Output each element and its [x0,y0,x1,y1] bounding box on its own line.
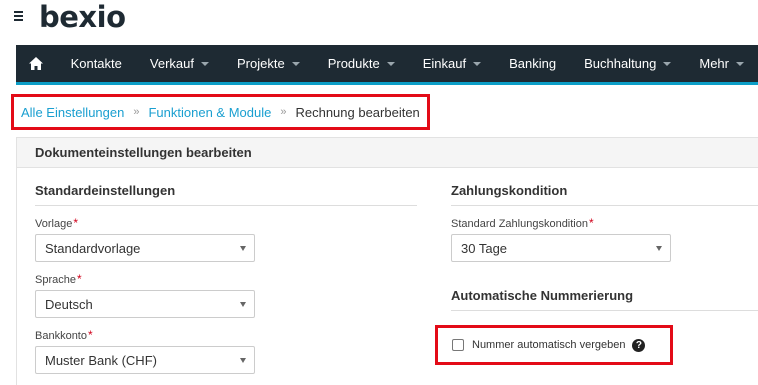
field-label-vorlage: Vorlage* [35,216,78,230]
breadcrumb: Alle Einstellungen » Funktionen & Module… [11,94,430,130]
nav-kontakte[interactable]: Kontakte [57,45,136,82]
breadcrumb-current: Rechnung bearbeiten [295,104,420,120]
field-label-standard-zahlungskondition: Standard Zahlungskondition* [451,216,594,230]
section-title-automatische-nummerierung: Automatische Nummerierung [451,288,758,311]
nav-projekte[interactable]: Projekte [223,45,314,82]
nav-verkauf[interactable]: Verkauf [136,45,223,82]
auto-number-option: Nummer automatisch vergeben ? [435,325,673,365]
nav-produkte[interactable]: Produkte [314,45,409,82]
required-marker: * [73,216,78,230]
field-label-sprache: Sprache* [35,272,82,286]
main-navigation: Kontakte Verkauf Projekte Produkte Einka… [16,45,758,85]
required-marker: * [588,216,594,230]
nav-einkauf[interactable]: Einkauf [409,45,495,82]
panel-title: Dokumenteinstellungen bearbeiten [17,138,758,168]
auto-number-checkbox[interactable] [452,339,464,351]
hamburger-icon[interactable] [14,11,26,25]
breadcrumb-link-funktionen-module[interactable]: Funktionen & Module [148,105,271,120]
dropdown-arrow-icon [240,302,246,307]
auto-number-label[interactable]: Nummer automatisch vergeben [472,339,625,351]
chevron-down-icon [386,62,395,66]
nav-banking[interactable]: Banking [495,45,570,82]
nav-mehr[interactable]: Mehr [685,45,758,82]
help-icon[interactable]: ? [632,338,646,352]
dropdown-arrow-icon [240,246,246,251]
required-marker: * [76,272,82,286]
zahlungskondition-select[interactable]: 30 Tage [451,234,671,262]
breadcrumb-separator: » [133,106,140,118]
dropdown-arrow-icon [656,246,662,251]
breadcrumb-link-alle-einstellungen[interactable]: Alle Einstellungen [21,105,124,120]
dropdown-arrow-icon [240,358,246,363]
payment-column: Zahlungskondition Standard Zahlungskondi… [451,183,758,311]
section-title-zahlungskondition: Zahlungskondition [451,183,758,206]
chevron-down-icon [736,62,744,66]
home-icon [29,57,44,70]
chevron-down-icon [200,62,209,66]
standard-settings-column: Standardeinstellungen Vorlage* Standardv… [35,183,417,374]
sprache-select[interactable]: Deutsch [35,290,255,318]
breadcrumb-separator: » [280,106,287,118]
chevron-down-icon [291,62,300,66]
chevron-down-icon [473,62,482,66]
top-bar: bexio [0,0,758,44]
bankkonto-select[interactable]: Muster Bank (CHF) [35,346,255,374]
settings-panel: Dokumenteinstellungen bearbeiten Standar… [16,137,758,385]
vorlage-select[interactable]: Standardvorlage [35,234,255,262]
section-title-standardeinstellungen: Standardeinstellungen [35,183,417,206]
nav-buchhaltung[interactable]: Buchhaltung [570,45,685,82]
home-button[interactable] [16,45,57,82]
required-marker: * [87,328,93,342]
chevron-down-icon [663,62,672,66]
bexio-logo[interactable]: bexio [39,0,126,34]
field-label-bankkonto: Bankkonto* [35,328,93,342]
